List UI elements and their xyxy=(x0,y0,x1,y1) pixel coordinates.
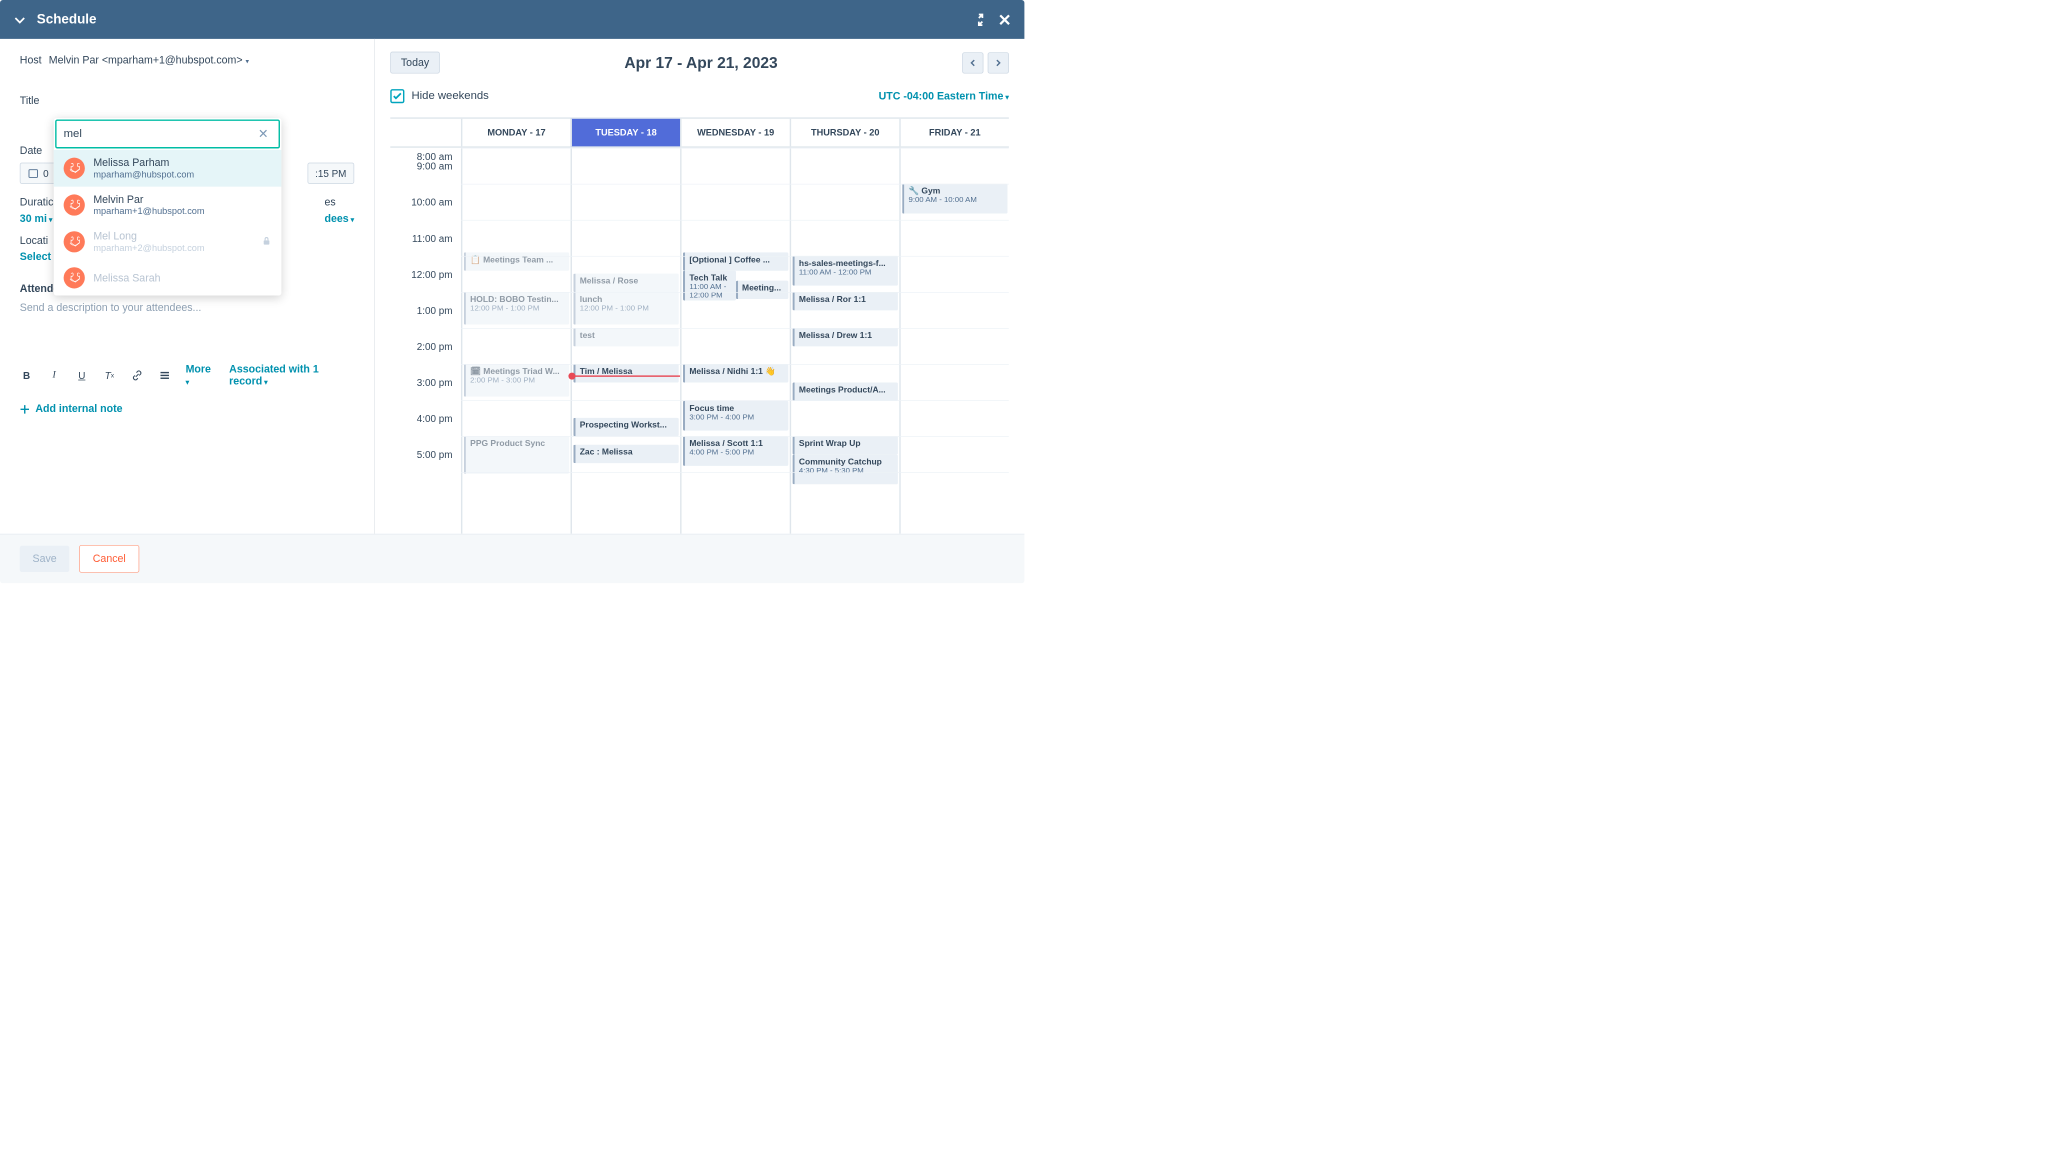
search-option[interactable]: Melvin Parmparham+1@hubspot.com xyxy=(54,187,282,224)
calendar-event[interactable]: Prospecting Workst... xyxy=(573,418,678,436)
calendar-event[interactable]: hs-sales-meetings-f...11:00 AM - 12:00 P… xyxy=(793,256,898,286)
more-button[interactable]: More xyxy=(186,363,215,387)
day-column[interactable]: 🔧 Gym9:00 AM - 10:00 AM xyxy=(899,148,1009,534)
add-internal-note[interactable]: Add internal note xyxy=(20,403,354,415)
calendar-event[interactable]: Focus time3:00 PM - 4:00 PM xyxy=(683,401,788,431)
italic-button[interactable]: I xyxy=(47,368,60,382)
attendee-desc-input[interactable]: Send a description to your attendees... xyxy=(20,302,354,314)
search-option: Melissa Sarah xyxy=(54,260,282,295)
current-time-indicator xyxy=(572,375,680,376)
calendar-event[interactable]: Community Catchup4:30 PM - 5:30 PM xyxy=(793,455,898,485)
calendar-event[interactable]: Melissa / Ror 1:1 xyxy=(793,292,898,310)
calendar-event[interactable]: Meetings Product/A... xyxy=(793,382,898,400)
plus-icon xyxy=(20,404,30,414)
host-row[interactable]: Host Melvin Par <mparham+1@hubspot.com> … xyxy=(20,54,354,66)
time-label: 5:00 pm xyxy=(390,455,461,491)
duration-select[interactable]: 30 mi xyxy=(20,213,54,225)
day-column[interactable]: Melissa / Roselunch12:00 PM - 1:00 PM tes… xyxy=(571,148,681,534)
calendar-event[interactable]: lunch12:00 PM - 1:00 PM xyxy=(573,292,678,325)
cancel-button[interactable]: Cancel xyxy=(79,545,139,573)
calendar-event[interactable]: Sprint Wrap Up xyxy=(793,436,898,454)
hide-weekends-checkbox[interactable]: Hide weekends xyxy=(390,89,489,103)
day-column[interactable]: 📋 Meetings Team ...HOLD: BOBO Testin...1… xyxy=(461,148,571,534)
day-header[interactable]: FRIDAY - 21 xyxy=(899,119,1009,147)
host-value: Melvin Par <mparham+1@hubspot.com> xyxy=(49,54,243,66)
date-range: Apr 17 - Apr 21, 2023 xyxy=(451,53,951,71)
search-input[interactable] xyxy=(64,128,256,141)
end-time-picker[interactable]: :15 PM xyxy=(307,163,354,184)
calendar-panel: Today Apr 17 - Apr 21, 2023 Hide we xyxy=(375,39,1025,534)
calendar-event[interactable]: Melissa / Scott 1:14:00 PM - 5:00 PM xyxy=(683,436,788,466)
save-button[interactable]: Save xyxy=(20,546,70,572)
clear-search-icon[interactable]: ✕ xyxy=(255,127,271,142)
search-input-wrap: ✕ xyxy=(55,119,280,148)
calendar-event[interactable]: PPG Product Sync xyxy=(464,436,569,473)
calendar-event[interactable]: Tim / Melissa xyxy=(573,364,678,382)
associated-records[interactable]: Associated with 1 record xyxy=(229,363,354,387)
calendar-event[interactable]: test xyxy=(573,328,678,346)
calendar-event[interactable]: Tech Talk11:00 AM - 12:00 PM xyxy=(683,271,736,301)
close-icon[interactable] xyxy=(998,12,1012,26)
avatar-icon xyxy=(64,158,85,179)
underline-button[interactable]: U xyxy=(75,368,88,382)
calendar-event[interactable]: Meeting... xyxy=(736,281,789,299)
calendar-event[interactable]: 🔧 Gym9:00 AM - 10:00 AM xyxy=(902,184,1007,214)
rich-text-toolbar: B I U Tx More Associated with 1 record xyxy=(20,363,354,387)
calendar-event[interactable]: Melissa / Nidhi 1:1 👋 xyxy=(683,364,788,382)
today-button[interactable]: Today xyxy=(390,52,440,74)
calendar-event[interactable]: 🗓 Meetings Triad W...2:00 PM - 3:00 PM xyxy=(464,364,569,397)
attendees-label-frag: es xyxy=(325,197,355,209)
day-header-row: MONDAY - 17 TUESDAY - 18 WEDNESDAY - 19 … xyxy=(390,119,1009,148)
day-column[interactable]: hs-sales-meetings-f...11:00 AM - 12:00 P… xyxy=(790,148,900,534)
calendar-body[interactable]: 8:00 am9:00 am10:00 am11:00 am12:00 pm1:… xyxy=(390,148,1009,534)
timezone-select[interactable]: UTC -04:00 Eastern Time xyxy=(879,90,1009,102)
avatar-icon xyxy=(64,194,85,215)
search-option: Mel Longmparham+2@hubspot.com xyxy=(54,223,282,260)
calendar-event[interactable]: Melissa / Drew 1:1 xyxy=(793,328,898,346)
calendar-event[interactable]: Melissa / Rose xyxy=(573,274,678,292)
list-button[interactable] xyxy=(158,368,171,382)
calendar-event[interactable]: HOLD: BOBO Testin...12:00 PM - 1:00 PM xyxy=(464,292,569,325)
collapse-chevron-icon[interactable] xyxy=(13,12,27,26)
avatar-icon xyxy=(64,231,85,252)
date-picker[interactable]: 0 xyxy=(20,163,57,184)
lock-icon xyxy=(262,236,272,248)
calendar-event[interactable]: Zac : Melissa xyxy=(573,445,678,463)
minimize-icon[interactable] xyxy=(974,12,988,26)
chevron-down-icon: ▾ xyxy=(246,58,250,66)
modal-header: Schedule xyxy=(0,0,1024,39)
form-panel: Host Melvin Par <mparham+1@hubspot.com> … xyxy=(0,39,375,534)
clear-format-button[interactable]: Tx xyxy=(103,368,116,382)
search-option[interactable]: Melissa Parhammparham@hubspot.com xyxy=(54,150,282,187)
day-header[interactable]: MONDAY - 17 xyxy=(461,119,571,147)
duration-label-frag: Duratic xyxy=(20,197,54,209)
date-partial: 0 xyxy=(43,168,49,179)
day-header[interactable]: TUESDAY - 18 xyxy=(571,119,681,147)
link-button[interactable] xyxy=(130,368,143,382)
avatar-icon xyxy=(64,267,85,288)
modal-footer: Save Cancel xyxy=(0,534,1024,583)
bold-button[interactable]: B xyxy=(20,368,33,382)
day-column[interactable]: [Optional ] Coffee ...Tech Talk11:00 AM … xyxy=(680,148,790,534)
calendar-icon xyxy=(28,168,39,179)
attendees-select[interactable]: dees xyxy=(325,213,355,225)
date-label: Date xyxy=(20,145,42,157)
next-week-button[interactable] xyxy=(988,52,1009,73)
attendee-search-popup: ✕ Melissa Parhammparham@hubspot.com Melv… xyxy=(54,118,282,295)
day-header[interactable]: WEDNESDAY - 19 xyxy=(680,119,790,147)
prev-week-button[interactable] xyxy=(962,52,983,73)
title-label: Title xyxy=(20,95,40,107)
checkbox-icon xyxy=(390,89,404,103)
host-label: Host xyxy=(20,54,42,66)
day-header[interactable]: THURSDAY - 20 xyxy=(790,119,900,147)
modal-title: Schedule xyxy=(37,12,97,28)
